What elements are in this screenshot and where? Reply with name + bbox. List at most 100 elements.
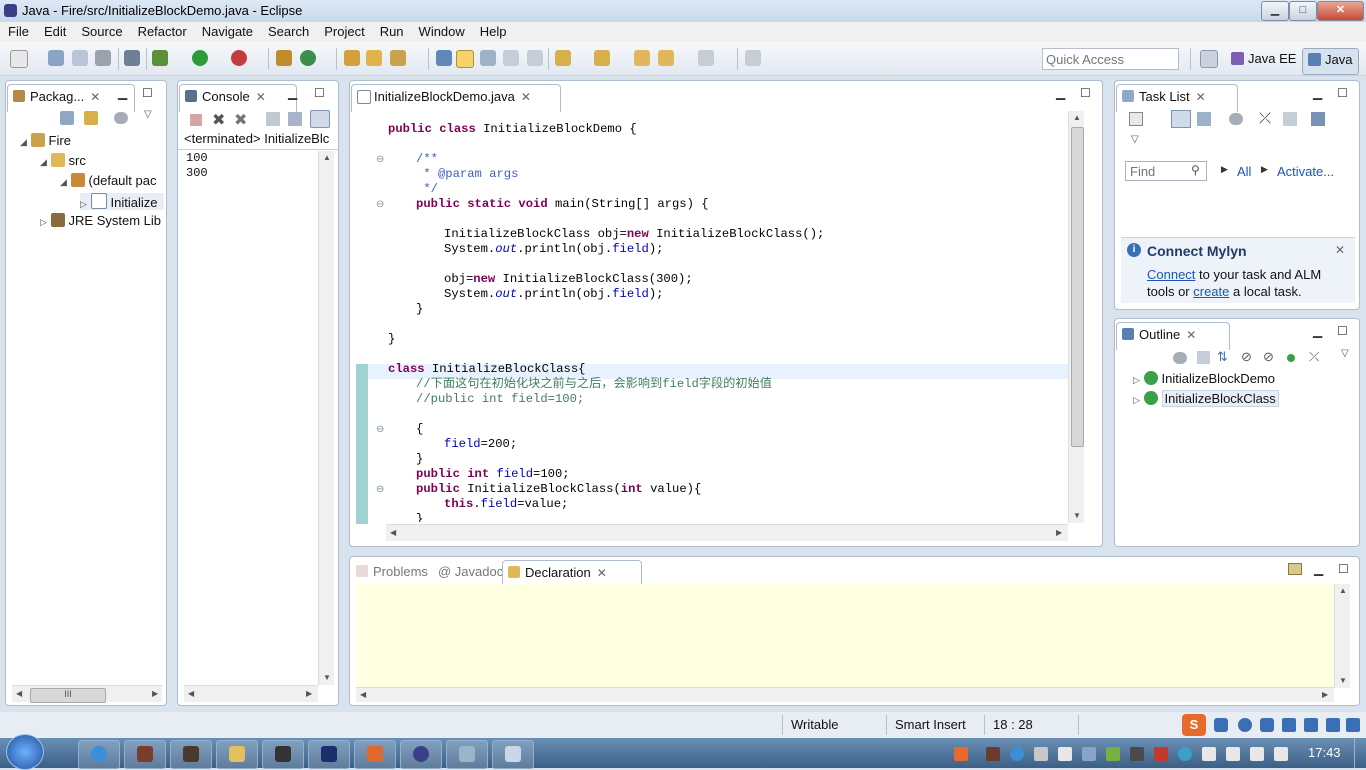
minimize-view-icon[interactable]: ▁	[118, 86, 127, 100]
view-menu-icon[interactable]: ▽	[1341, 348, 1349, 359]
tree-item-src[interactable]: ◢ src	[40, 153, 86, 168]
code-line[interactable]: }	[388, 332, 1064, 347]
next-edit-icon[interactable]	[555, 50, 571, 66]
perspective-java-ee[interactable]: Java EE	[1226, 48, 1302, 73]
collapse-tasks-icon[interactable]	[1283, 112, 1297, 126]
collapse-all-icon[interactable]	[60, 111, 74, 125]
focus-task-icon[interactable]	[1229, 113, 1243, 125]
ime-moon-icon[interactable]	[1238, 718, 1252, 732]
tray-icon[interactable]	[986, 747, 1000, 761]
previous-edit-icon[interactable]	[594, 50, 610, 66]
fold-icon[interactable]: ⊖	[376, 199, 384, 210]
create-link[interactable]: create	[1193, 284, 1229, 299]
code-line[interactable]: this.field=value;	[388, 497, 1064, 512]
link-to-declaration-icon[interactable]	[1288, 563, 1302, 575]
hide-completed-icon[interactable]: ⤫	[1259, 110, 1271, 127]
nvidia-icon[interactable]	[1106, 747, 1120, 761]
close-declaration-tab-icon[interactable]: ✕	[597, 566, 607, 580]
code-line[interactable]: }	[388, 452, 1064, 467]
ime-tools-icon[interactable]	[1304, 718, 1318, 732]
console-vertical-scrollbar[interactable]: ▲ ▼	[318, 151, 334, 685]
taskbar-button[interactable]	[170, 740, 212, 769]
tab-task-list[interactable]: Task List ✕	[1116, 84, 1238, 112]
menu-edit[interactable]: Edit	[36, 22, 73, 39]
close-editor-tab-icon[interactable]: ✕	[521, 90, 531, 104]
scroll-lock-icon[interactable]	[266, 112, 280, 126]
horizontal-scrollbar[interactable]: ◀ III ▶	[12, 685, 162, 703]
minimize-bottom-icon[interactable]: ▁	[1314, 562, 1323, 576]
code-line[interactable]	[388, 212, 1064, 227]
editor-horizontal-scrollbar[interactable]: ◀ ▶	[386, 524, 1068, 541]
taskbar-button[interactable]	[446, 740, 488, 769]
code-line[interactable]: public class InitializeBlockDemo {	[388, 122, 1064, 137]
save-all-icon[interactable]	[72, 50, 88, 66]
external-tools-icon[interactable]	[231, 50, 247, 66]
maximize-editor-icon[interactable]: ☐	[1080, 86, 1091, 100]
minimize-outline-icon[interactable]: ▁	[1313, 324, 1322, 338]
close-tab-icon[interactable]: ✕	[90, 90, 100, 104]
code-line[interactable]: InitializeBlockClass obj=new InitializeB…	[388, 227, 1064, 242]
run-icon[interactable]	[192, 50, 208, 66]
skip-breakpoints-icon[interactable]	[124, 50, 140, 66]
action-center-icon[interactable]	[1226, 747, 1240, 761]
code-line[interactable]: field=200;	[388, 437, 1064, 452]
taskbar-button[interactable]	[354, 740, 396, 769]
view-menu-icon[interactable]: ▽	[1131, 134, 1139, 145]
menu-refactor[interactable]: Refactor	[130, 22, 194, 39]
code-line[interactable]: //public int field=100;	[388, 392, 1064, 407]
open-perspective-icon[interactable]	[1200, 50, 1218, 68]
maximize-button[interactable]: □	[1289, 1, 1317, 21]
focus-icon[interactable]	[114, 112, 128, 124]
collapse-outline-icon[interactable]	[1197, 351, 1210, 364]
debug-icon[interactable]	[152, 50, 168, 66]
outline-item[interactable]: ▷ InitializeBlockDemo	[1133, 371, 1275, 386]
outline-item[interactable]: ▷ InitializeBlockClass	[1133, 390, 1279, 407]
mark-occurrences-icon[interactable]	[456, 50, 474, 68]
tab-outline[interactable]: Outline ✕	[1116, 322, 1230, 350]
close-button[interactable]: ✕	[1317, 1, 1364, 21]
close-task-list-tab-icon[interactable]: ✕	[1196, 90, 1206, 104]
code-line[interactable]: {	[388, 422, 1064, 437]
taskbar-button[interactable]	[216, 740, 258, 769]
clock[interactable]: 17:43	[1308, 745, 1341, 760]
console-horizontal-scrollbar[interactable]: ◀ ▶	[184, 685, 318, 702]
tray-icon[interactable]	[1010, 747, 1024, 761]
display-icon[interactable]	[1130, 747, 1144, 761]
menu-project[interactable]: Project	[316, 22, 371, 39]
taskbar-button[interactable]	[124, 740, 166, 769]
ime-skin-icon[interactable]	[1326, 718, 1340, 732]
scroll-thumb[interactable]: III	[30, 688, 106, 703]
tab-package-explorer[interactable]: Packag... ✕	[7, 84, 135, 112]
code-line[interactable]	[388, 317, 1064, 332]
code-line[interactable]: public static void main(String[] args) {	[388, 197, 1064, 212]
tray-icon[interactable]	[1202, 747, 1216, 761]
hide-static-icon[interactable]: ⊘	[1263, 349, 1274, 365]
link-with-editor-icon[interactable]	[84, 111, 98, 125]
start-button[interactable]	[6, 734, 44, 770]
back-icon[interactable]	[658, 50, 674, 66]
focus-outline-icon[interactable]	[1173, 352, 1187, 364]
close-console-tab-icon[interactable]: ✕	[256, 90, 266, 104]
minimize-button[interactable]: ▁	[1261, 1, 1289, 21]
taskbar-button[interactable]	[400, 740, 442, 769]
code-line[interactable]: System.out.println(obj.field);	[388, 287, 1064, 302]
taskbar-button[interactable]	[262, 740, 304, 769]
scheduled-icon[interactable]	[1197, 112, 1211, 126]
maximize-view-icon[interactable]: ☐	[142, 86, 153, 100]
maximize-task-list-icon[interactable]: ☐	[1337, 86, 1348, 100]
pin-editor-icon[interactable]	[745, 50, 761, 66]
fold-icon[interactable]: ⊖	[376, 484, 384, 495]
speaker-icon[interactable]	[1250, 747, 1264, 761]
code-line[interactable]	[388, 407, 1064, 422]
show-console-icon[interactable]	[288, 112, 302, 126]
all-link[interactable]: All	[1237, 164, 1251, 179]
windows-icon[interactable]	[1058, 747, 1072, 761]
last-edit-location-icon[interactable]	[634, 50, 650, 66]
show-whitespace-icon[interactable]	[503, 50, 519, 66]
tray-icon[interactable]	[1154, 747, 1168, 761]
fold-icon[interactable]: ⊖	[376, 154, 384, 165]
code-line[interactable]: * @param args	[388, 167, 1064, 182]
sort-icon[interactable]: ⇅	[1217, 349, 1228, 365]
tray-icon[interactable]	[1082, 747, 1096, 761]
minimize-console-icon[interactable]: ▁	[288, 86, 297, 100]
